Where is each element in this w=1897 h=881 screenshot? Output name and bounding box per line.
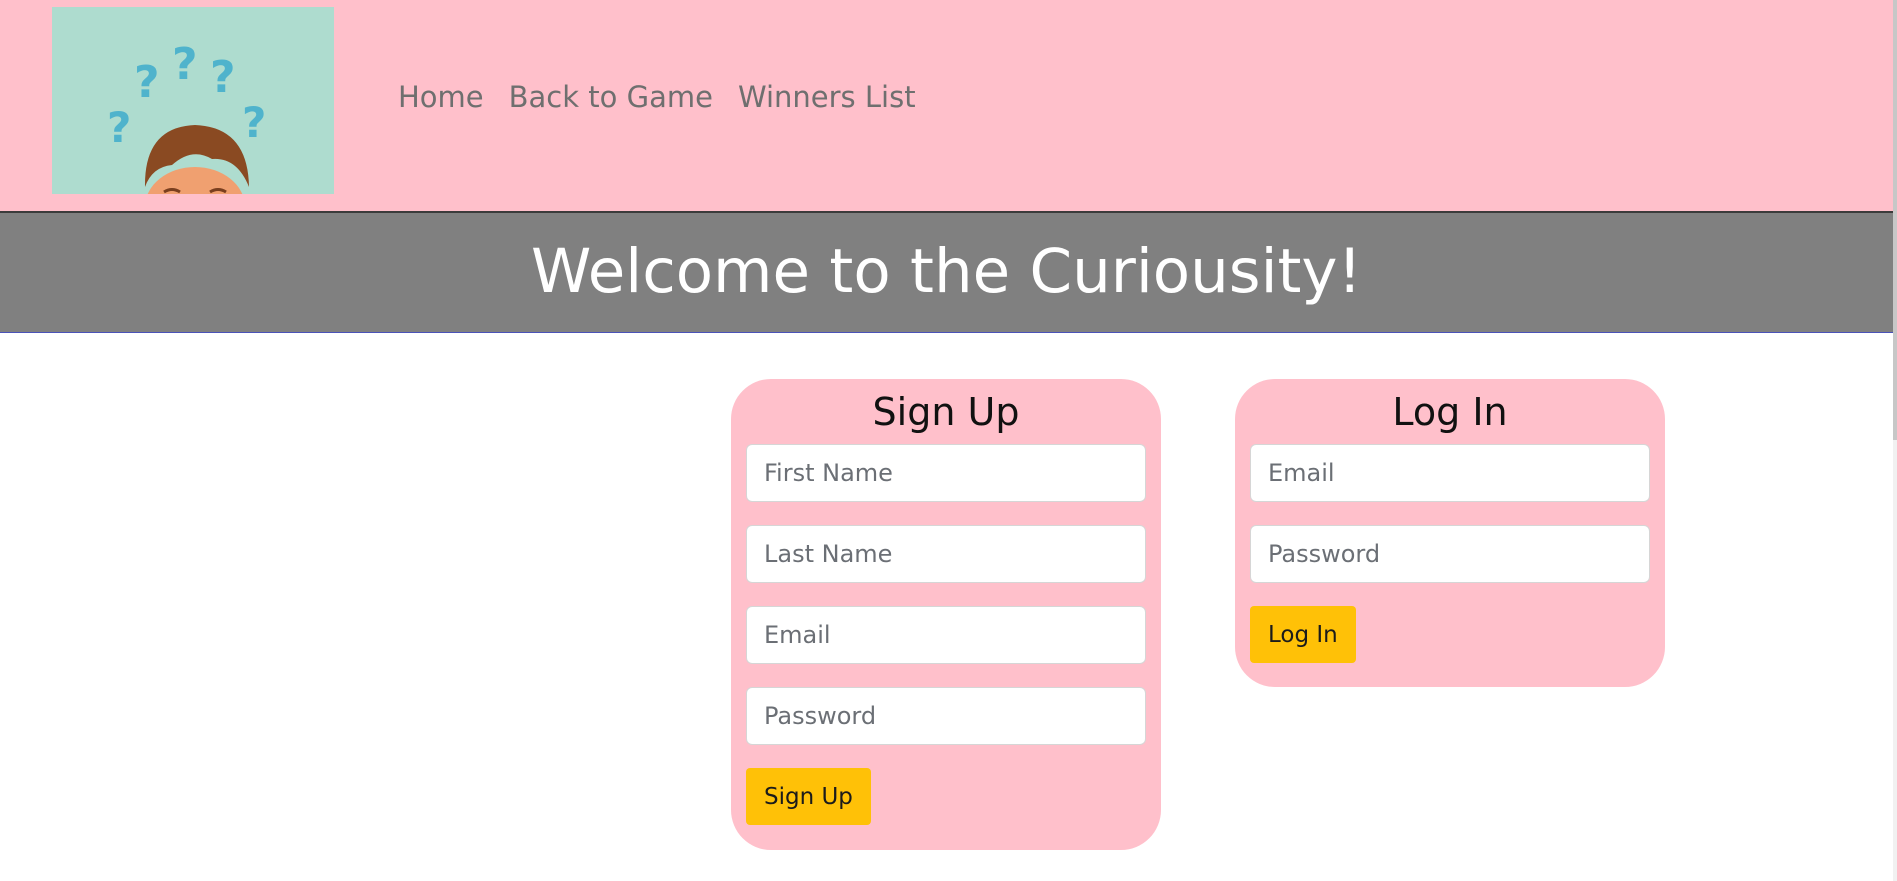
welcome-banner: Welcome to the Curiousity! [0, 211, 1893, 333]
signup-card: Sign Up Sign Up [731, 379, 1161, 850]
signup-title: Sign Up [872, 390, 1020, 434]
login-password-input[interactable] [1250, 525, 1650, 583]
scrollbar-thumb[interactable] [1893, 0, 1897, 440]
svg-text:?: ? [242, 98, 266, 147]
vertical-scrollbar[interactable] [1893, 0, 1897, 881]
svg-text:?: ? [210, 52, 236, 103]
curious-head-logo[interactable]: ? ? ? ? ? [52, 7, 334, 194]
nav-back-to-game-link[interactable]: Back to Game [509, 80, 713, 114]
sign-up-button[interactable]: Sign Up [746, 768, 871, 825]
svg-text:?: ? [172, 39, 198, 90]
nav-winners-list-link[interactable]: Winners List [738, 80, 916, 114]
svg-text:?: ? [107, 103, 131, 152]
nav-home-link[interactable]: Home [398, 80, 484, 114]
page: ? ? ? ? ? Home Back to Game Winners List… [0, 0, 1897, 881]
site-header: ? ? ? ? ? Home Back to Game Winners List [0, 0, 1893, 211]
signup-email-input[interactable] [746, 606, 1146, 664]
main-nav: Home Back to Game Winners List [398, 80, 916, 114]
signup-password-input[interactable] [746, 687, 1146, 745]
welcome-title: Welcome to the Curiousity! [530, 236, 1362, 307]
login-card: Log In Log In [1235, 379, 1665, 687]
last-name-input[interactable] [746, 525, 1146, 583]
svg-text:?: ? [134, 57, 160, 108]
login-email-input[interactable] [1250, 444, 1650, 502]
first-name-input[interactable] [746, 444, 1146, 502]
log-in-button[interactable]: Log In [1250, 606, 1356, 663]
login-title: Log In [1392, 390, 1508, 434]
